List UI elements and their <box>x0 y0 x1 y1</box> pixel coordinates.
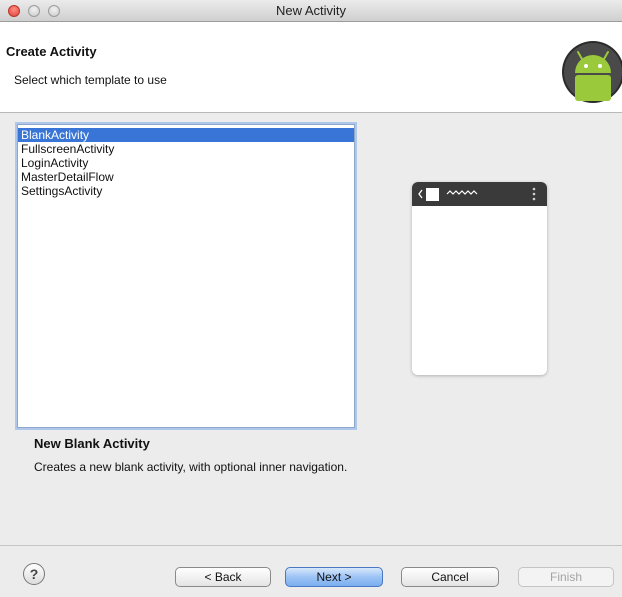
list-item-settings-activity[interactable]: SettingsActivity <box>18 184 354 198</box>
page-subtitle: Select which template to use <box>14 73 167 87</box>
back-button[interactable]: < Back <box>175 567 271 587</box>
back-caret-icon <box>418 189 423 199</box>
list-item-fullscreen-activity[interactable]: FullscreenActivity <box>18 142 354 156</box>
wizard-header: Create Activity Select which template to… <box>0 22 622 113</box>
next-button[interactable]: Next > <box>285 567 383 587</box>
title-placeholder-icon <box>446 190 478 195</box>
list-item-blank-activity[interactable]: BlankActivity <box>18 128 354 142</box>
list-item-master-detail-flow[interactable]: MasterDetailFlow <box>18 170 354 184</box>
cancel-button[interactable]: Cancel <box>401 567 499 587</box>
window-title: New Activity <box>275 3 347 18</box>
template-description-title: New Blank Activity <box>34 436 150 451</box>
title-bar[interactable]: New Activity <box>0 0 622 22</box>
new-activity-window: New Activity Create Activity Select whic… <box>0 0 622 597</box>
finish-button[interactable]: Finish <box>518 567 614 587</box>
list-item-login-activity[interactable]: LoginActivity <box>18 156 354 170</box>
app-icon <box>426 188 439 201</box>
preview-action-bar <box>412 182 547 206</box>
page-title: Create Activity <box>6 44 97 59</box>
overflow-menu-icon <box>532 187 536 191</box>
template-preview <box>412 182 547 375</box>
template-list[interactable]: BlankActivity FullscreenActivity LoginAc… <box>17 124 355 428</box>
help-icon[interactable]: ? <box>23 563 45 585</box>
template-description-text: Creates a new blank activity, with optio… <box>34 460 348 474</box>
action-bar-icons <box>418 187 536 201</box>
android-logo-icon <box>562 41 622 103</box>
